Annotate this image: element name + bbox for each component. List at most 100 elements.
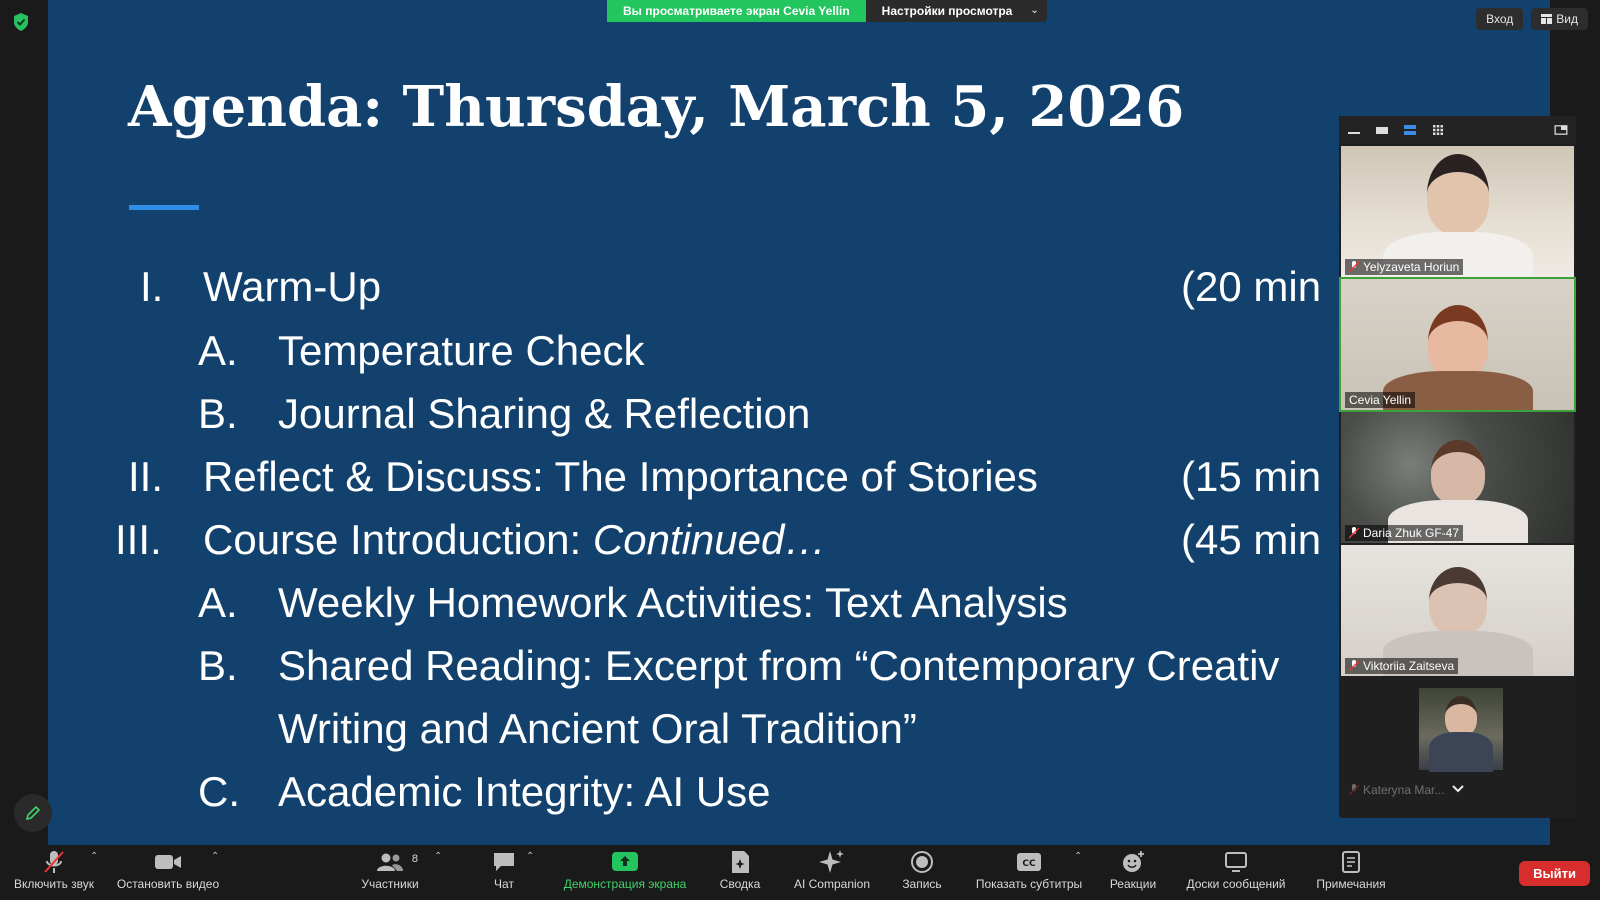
chevron-up-icon[interactable]: ⌃ — [1074, 851, 1082, 862]
ai-companion-button[interactable]: AI Companion — [786, 845, 878, 900]
participant-tile-active-speaker[interactable]: Cevia Yellin — [1339, 277, 1576, 412]
gallery-view-icon[interactable] — [1431, 125, 1445, 135]
svg-text:CC: CC — [1022, 859, 1036, 869]
chat-label: Чат — [494, 877, 514, 891]
captions-button[interactable]: CC Показать субтитры — [968, 845, 1090, 900]
agenda-item: Academic Integrity: AI Use — [278, 768, 771, 815]
chevron-up-icon[interactable]: ⌃ — [434, 851, 442, 862]
agenda-item: Warm-Up — [203, 263, 382, 310]
participant-name-tag: Viktoriia Zaitseva — [1345, 658, 1459, 674]
participant-tile[interactable]: Kateryna Mar... — [1341, 678, 1574, 800]
signin-button[interactable]: Вход — [1476, 8, 1524, 30]
summary-label: Сводка — [719, 877, 761, 891]
reaction-smiley-icon — [1123, 851, 1144, 872]
chevron-up-icon[interactable]: ⌃ — [526, 851, 534, 862]
agenda-num: A. — [198, 327, 238, 374]
closed-captions-icon: CC — [1017, 853, 1041, 871]
grid-view-icon — [1541, 14, 1553, 24]
share-screen-label: Демонстрация экрана — [563, 877, 687, 891]
chevron-down-icon[interactable] — [1451, 784, 1465, 794]
view-settings-dropdown[interactable]: Настройки просмотра ⌄ — [865, 0, 1047, 22]
title-underline — [129, 205, 199, 210]
summary-button[interactable]: Сводка — [712, 845, 768, 900]
share-status-text: Вы просматриваете экран Cevia Yellin — [607, 0, 866, 22]
notes-label: Примечания — [1316, 877, 1386, 891]
annotate-button[interactable] — [14, 794, 52, 832]
view-button[interactable]: Вид — [1531, 8, 1588, 30]
unmute-label: Включить звук — [13, 877, 95, 891]
agenda-item: Journal Sharing & Reflection — [278, 390, 811, 437]
participant-video-panel: Yelyzaveta Horiun Cevia Yellin Daria Zhu… — [1339, 116, 1576, 818]
participants-count: 8 — [411, 853, 418, 865]
chevron-up-icon[interactable]: ⌃ — [90, 851, 98, 862]
chevron-up-icon[interactable]: ⌃ — [211, 851, 219, 862]
participant-name-tag: Yelyzaveta Horiun — [1345, 259, 1464, 275]
participants-button[interactable]: 8 Участники — [352, 845, 428, 900]
agenda-duration: (15 min — [1181, 453, 1322, 500]
mic-muted-icon — [1349, 527, 1359, 539]
whiteboard-icon — [1225, 852, 1247, 872]
summary-doc-icon — [732, 851, 749, 873]
chat-button[interactable]: Чат — [474, 845, 534, 900]
agenda-num: II. — [128, 453, 164, 500]
mic-muted-icon — [1349, 784, 1359, 796]
participant-tile[interactable]: Daria Zhuk GF-47 — [1341, 412, 1574, 543]
participant-tile[interactable]: Yelyzaveta Horiun — [1341, 146, 1574, 277]
participants-label: Участники — [361, 877, 419, 891]
whiteboards-button[interactable]: Доски сообщений — [1180, 845, 1292, 900]
agenda-num: A. — [198, 579, 238, 626]
reactions-label: Реакции — [1109, 877, 1157, 891]
agenda-item: Temperature Check — [278, 327, 645, 374]
share-screen-icon — [612, 852, 638, 871]
reactions-button[interactable]: Реакции — [1104, 845, 1162, 900]
leave-meeting-button[interactable]: Выйти — [1519, 861, 1590, 886]
record-button[interactable]: Запись — [896, 845, 948, 900]
active-speaker-icon[interactable] — [1375, 125, 1389, 135]
agenda-num: I. — [140, 263, 164, 310]
participant-name-tag: Daria Zhuk GF-47 — [1345, 525, 1464, 541]
notes-icon — [1342, 851, 1360, 873]
agenda-item: Shared Reading: Excerpt from “Contempora… — [278, 642, 1280, 689]
slide-title: Agenda: Thursday, March 5, 2026 — [128, 74, 1185, 140]
agenda-num: B. — [198, 390, 238, 437]
ai-companion-label: AI Companion — [793, 877, 871, 891]
video-panel-toolbar — [1339, 116, 1576, 144]
agenda-duration: (20 min — [1181, 263, 1322, 310]
captions-label: Показать субтитры — [975, 877, 1083, 891]
whiteboards-label: Доски сообщений — [1186, 877, 1286, 891]
agenda-num: III. — [115, 516, 162, 563]
share-screen-button[interactable]: Демонстрация экрана — [558, 845, 692, 900]
notes-button[interactable]: Примечания — [1310, 845, 1392, 900]
minimize-icon[interactable] — [1347, 125, 1361, 135]
shared-screen-slide: Agenda: Thursday, March 5, 2026 I. Warm-… — [48, 0, 1550, 845]
participant-name: Daria Zhuk GF-47 — [1363, 526, 1460, 540]
stop-video-button[interactable]: Остановить видео — [112, 845, 224, 900]
popout-icon[interactable] — [1554, 125, 1568, 135]
agenda-item-continued: Writing and Ancient Oral Tradition” — [278, 705, 917, 752]
top-right-controls: Вход Вид — [1476, 8, 1588, 30]
strip-view-icon[interactable] — [1403, 125, 1417, 135]
chevron-down-icon: ⌄ — [1030, 5, 1039, 16]
agenda-item-text: Course Introduction: — [203, 516, 593, 563]
agenda-num: B. — [198, 642, 238, 689]
signin-label: Вход — [1486, 12, 1514, 26]
participant-name: Cevia Yellin — [1349, 393, 1412, 407]
agenda-item: Weekly Homework Activities: Text Analysi… — [278, 579, 1068, 626]
mic-muted-icon — [1349, 660, 1359, 672]
mic-muted-icon — [1349, 261, 1359, 273]
participant-name-tag: Cevia Yellin — [1345, 392, 1416, 408]
mic-muted-icon — [44, 851, 64, 873]
record-label: Запись — [902, 877, 942, 891]
participant-name-tag: Kateryna Mar... — [1345, 782, 1448, 798]
security-shield-icon[interactable] — [12, 12, 30, 32]
chat-icon — [494, 853, 514, 871]
view-settings-label: Настройки просмотра — [881, 4, 1013, 18]
agenda-num: C. — [198, 768, 240, 815]
participant-video-thumbnail — [1419, 688, 1503, 772]
participant-tile[interactable]: Viktoriia Zaitseva — [1341, 545, 1574, 676]
unmute-button[interactable]: Включить звук — [8, 845, 100, 900]
agenda-item: Course Introduction: Continued… — [203, 519, 826, 561]
agenda-item-italic: Continued… — [592, 516, 827, 563]
agenda-item: Reflect & Discuss: The Importance of Sto… — [203, 453, 1038, 500]
screen-share-banner: Вы просматриваете экран Cevia Yellin Нас… — [607, 0, 1047, 22]
